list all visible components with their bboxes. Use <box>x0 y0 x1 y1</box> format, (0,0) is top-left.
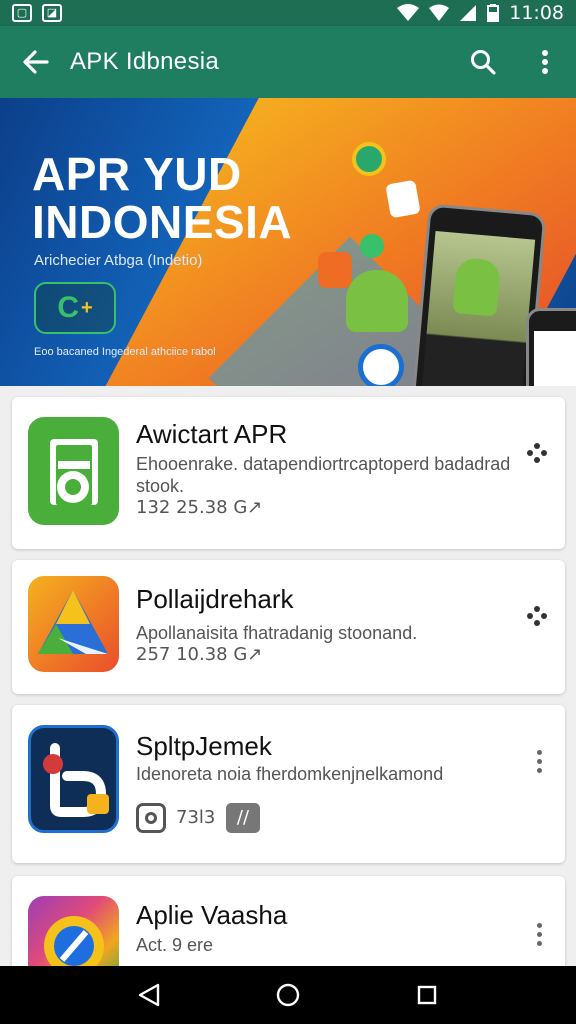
overflow-menu-button[interactable] <box>514 26 576 98</box>
android-icon <box>346 270 408 332</box>
green-a-icon <box>28 417 119 525</box>
search-button[interactable] <box>452 26 514 98</box>
status-time: 11:08 <box>509 2 564 24</box>
app-card[interactable]: Pollaijdrehark Apollanaisita fhatradanig… <box>12 560 565 694</box>
system-nav-bar <box>0 966 576 1024</box>
banner-badge: C + <box>34 282 116 334</box>
nav-home-button[interactable] <box>260 967 316 1023</box>
app-name: SpltpJemek <box>136 731 272 761</box>
green-leaf-icon <box>360 234 384 258</box>
app-card[interactable]: Awictart APR Ehooenrake. datapendiortrca… <box>12 397 565 549</box>
search-icon <box>471 50 496 75</box>
nav-back-button[interactable] <box>121 967 177 1023</box>
page-title: APK Idbnesia <box>70 48 220 75</box>
wifi-icon <box>397 4 420 21</box>
share-dots-icon[interactable] <box>527 606 547 626</box>
image-icon: ▢ <box>12 4 32 22</box>
camera-icon <box>385 179 421 219</box>
app-meta: 257 10.38 G↗ <box>136 644 263 665</box>
banner-headline-line2: INDONESIA <box>32 196 293 248</box>
banner-headline: APR YUD INDONESIA <box>32 150 292 246</box>
app-meta: 73l3 <box>176 807 216 828</box>
camera-icon <box>136 803 166 833</box>
arrow-back-icon <box>23 50 49 74</box>
app-description: Apollanaisita fhatradanig stoonand. <box>136 623 418 643</box>
triangle-drive-icon <box>28 576 119 672</box>
app-description: Idenoreta noia fherdomkenjnelkamond <box>136 764 444 784</box>
app-card[interactable]: SpltpJemek Idenoreta noia fherdomkenjnel… <box>12 705 565 863</box>
android-icon <box>452 257 502 317</box>
app-description: Ehooenrake. datapendiortrcaptoperd badad… <box>136 454 511 496</box>
green-circle-icon <box>352 142 386 176</box>
nav-recents-button[interactable] <box>399 967 455 1023</box>
phone-screen <box>534 331 576 386</box>
banner-caption: Eoo bacaned Ingederal athciice rabol <box>34 346 216 358</box>
signal-icon <box>429 4 450 21</box>
signal-icon <box>460 5 477 21</box>
plus-icon: + <box>80 296 93 319</box>
promo-banner[interactable]: APR YUD INDONESIA Arichecier Atbga (Inde… <box>0 98 576 386</box>
app-description: Act. 9 ere <box>136 935 214 955</box>
app-name: Aplie Vaasha <box>136 900 288 930</box>
banner-badge-letter: C <box>57 291 79 324</box>
b-dark-icon <box>28 725 119 833</box>
back-button[interactable] <box>0 26 70 98</box>
battery-icon <box>487 4 500 22</box>
app-card[interactable]: Aplie Vaasha Act. 9 ere <box>12 876 565 992</box>
recents-square-icon <box>417 985 436 1005</box>
back-triangle-icon <box>139 983 160 1007</box>
more-vert-icon[interactable] <box>527 741 551 781</box>
compass-icon <box>358 344 404 386</box>
app-name: Awictart APR <box>136 419 288 449</box>
phone-mockup <box>526 308 576 386</box>
app-name: Pollaijdrehark <box>136 584 294 614</box>
orange-app-icon <box>318 252 352 288</box>
banner-subtitle: Arichecier Atbga (Indetio) <box>34 252 203 269</box>
home-circle-icon <box>276 983 300 1007</box>
more-vert-icon <box>542 50 548 74</box>
app-bar: APK Idbnesia <box>0 26 576 98</box>
banner-headline-line1: APR YUD <box>32 148 242 200</box>
share-dots-icon[interactable] <box>527 443 547 463</box>
more-vert-icon[interactable] <box>527 914 551 954</box>
slash-badge-icon: // <box>226 803 260 833</box>
gallery-icon: ◪ <box>42 4 62 22</box>
status-bar: ▢ ◪ 11:08 <box>0 0 576 26</box>
app-meta: 132 25.38 G↗ <box>136 497 263 518</box>
